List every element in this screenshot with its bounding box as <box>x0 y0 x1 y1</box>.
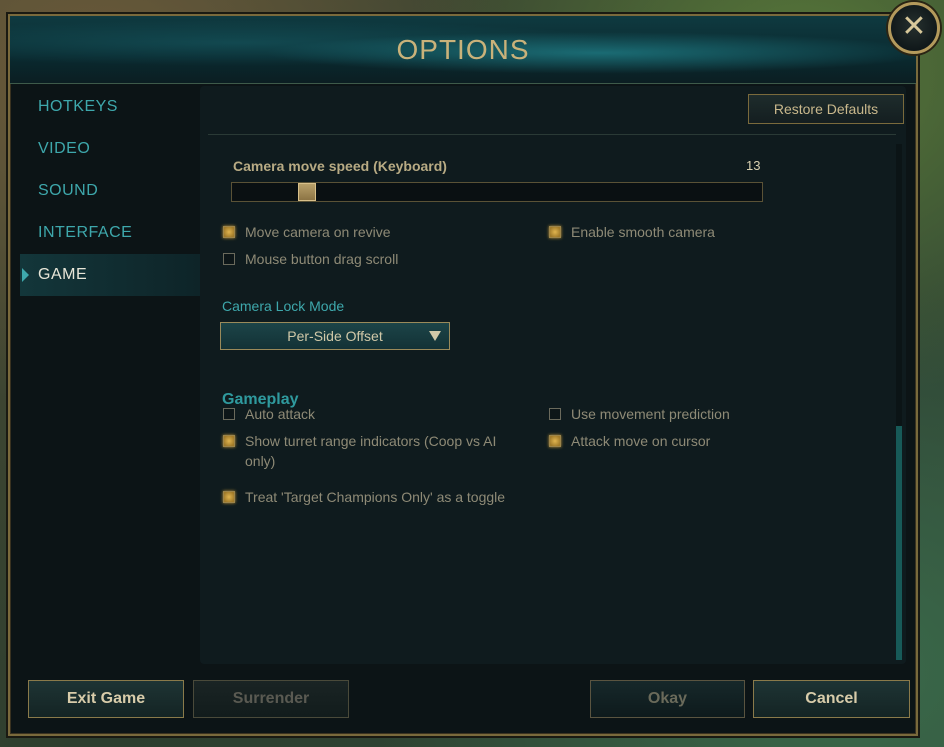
surrender-button[interactable]: Surrender <box>193 680 349 718</box>
okay-button[interactable]: Okay <box>590 680 745 718</box>
sidebar-item-label: GAME <box>38 266 88 283</box>
camera-speed-slider[interactable] <box>231 182 763 202</box>
checkbox-label: Auto attack <box>245 406 316 422</box>
close-icon: ✕ <box>901 9 927 44</box>
camera-lock-mode-label: Camera Lock Mode <box>222 298 345 314</box>
chevron-down-icon <box>429 331 441 341</box>
sidebar-item-interface[interactable]: INTERFACE <box>20 212 200 254</box>
turret-range-checkbox[interactable]: Show turret range indicators (Coop vs AI… <box>223 431 523 471</box>
restore-defaults-button[interactable]: Restore Defaults <box>748 94 904 124</box>
options-header: OPTIONS <box>10 16 916 84</box>
mouse-drag-scroll-checkbox[interactable]: Mouse button drag scroll <box>223 249 398 269</box>
checkbox-label: Treat 'Target Champions Only' as a toggl… <box>245 489 506 505</box>
options-window: OPTIONS HOTKEYS VIDEO SOUND INTERFACE GA… <box>8 14 918 736</box>
game-settings-panel: Restore Defaults Camera move speed (Keyb… <box>200 86 906 664</box>
checkbox-label: Show turret range indicators (Coop vs AI… <box>245 433 497 469</box>
close-button[interactable]: ✕ <box>888 2 940 54</box>
sidebar-item-hotkeys[interactable]: HOTKEYS <box>20 86 200 128</box>
move-camera-on-revive-checkbox[interactable]: Move camera on revive <box>223 222 391 242</box>
options-sidebar: HOTKEYS VIDEO SOUND INTERFACE GAME <box>20 86 200 666</box>
camera-speed-value: 13 <box>746 158 761 173</box>
sidebar-item-label: SOUND <box>38 182 99 199</box>
divider <box>208 134 896 135</box>
checkbox-label: Attack move on cursor <box>571 433 711 449</box>
scrollbar-thumb[interactable] <box>896 426 902 660</box>
checkbox-box <box>549 435 561 447</box>
checkbox-box <box>549 408 561 420</box>
cancel-button[interactable]: Cancel <box>753 680 910 718</box>
checkbox-label: Use movement prediction <box>571 406 730 422</box>
target-champions-toggle-checkbox[interactable]: Treat 'Target Champions Only' as a toggl… <box>223 487 505 507</box>
exit-game-button[interactable]: Exit Game <box>28 680 184 718</box>
camera-speed-label: Camera move speed (Keyboard) <box>233 158 447 174</box>
checkbox-label: Mouse button drag scroll <box>245 251 399 267</box>
sidebar-item-label: INTERFACE <box>38 224 133 241</box>
dropdown-value: Per-Side Offset <box>287 328 383 344</box>
active-arrow-icon <box>22 268 29 282</box>
sidebar-item-game[interactable]: GAME <box>20 254 200 296</box>
sidebar-item-sound[interactable]: SOUND <box>20 170 200 212</box>
checkbox-box <box>223 435 235 447</box>
sidebar-item-label: VIDEO <box>38 140 91 157</box>
slider-handle[interactable] <box>298 183 316 201</box>
movement-prediction-checkbox[interactable]: Use movement prediction <box>549 404 730 424</box>
checkbox-box <box>223 408 235 420</box>
sidebar-item-video[interactable]: VIDEO <box>20 128 200 170</box>
options-title: OPTIONS <box>396 34 530 65</box>
checkbox-box <box>223 226 235 238</box>
auto-attack-checkbox[interactable]: Auto attack <box>223 404 315 424</box>
attack-move-cursor-checkbox[interactable]: Attack move on cursor <box>549 431 710 451</box>
camera-lock-mode-dropdown[interactable]: Per-Side Offset <box>220 322 450 350</box>
checkbox-label: Move camera on revive <box>245 224 391 240</box>
checkbox-box <box>223 491 235 503</box>
checkbox-label: Enable smooth camera <box>571 224 715 240</box>
enable-smooth-camera-checkbox[interactable]: Enable smooth camera <box>549 222 715 242</box>
checkbox-box <box>223 253 235 265</box>
checkbox-box <box>549 226 561 238</box>
sidebar-item-label: HOTKEYS <box>38 98 118 115</box>
